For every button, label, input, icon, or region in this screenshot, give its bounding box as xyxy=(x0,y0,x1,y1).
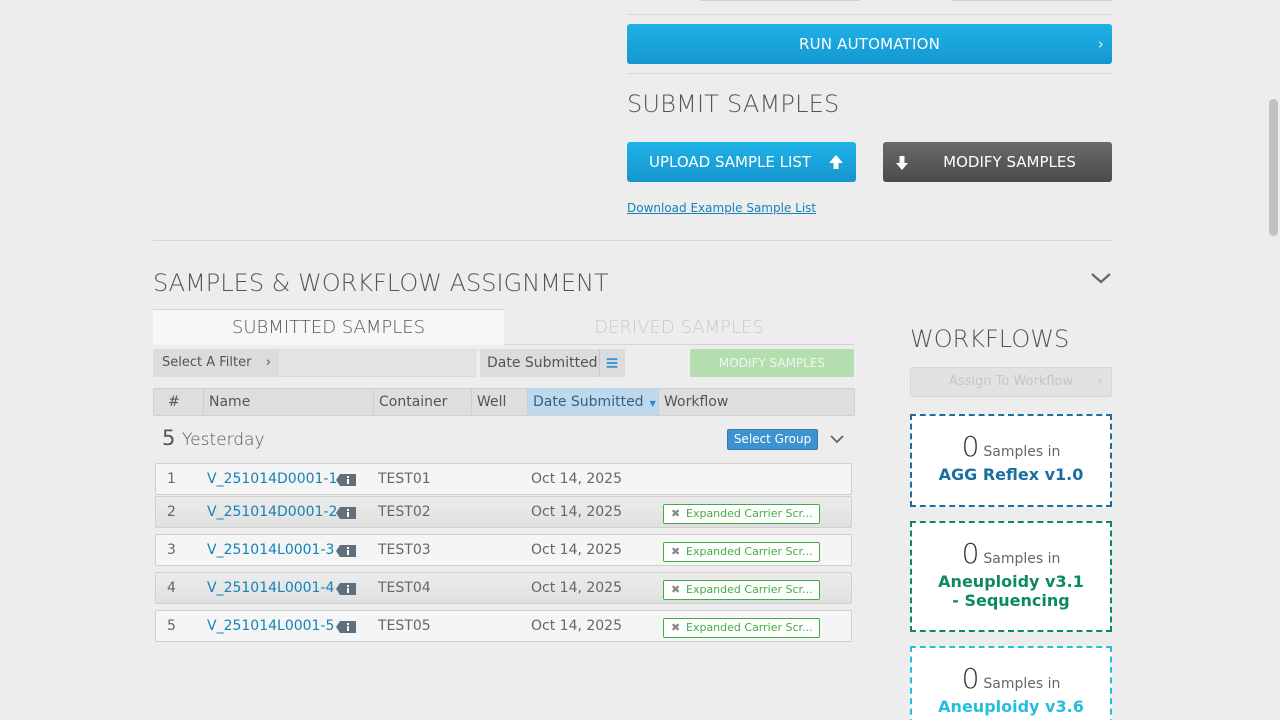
column-container[interactable]: Container xyxy=(373,389,471,415)
assign-to-workflow-label: Assign To Workflow xyxy=(948,374,1074,389)
workflow-tag[interactable]: ✖ Expanded Carrier Scr... xyxy=(663,504,820,524)
group-count: 5 xyxy=(162,426,176,450)
sort-list-icon xyxy=(599,349,618,377)
date-cell: Oct 14, 2025 xyxy=(531,580,622,596)
modify-label: MODIFY SAMPLES xyxy=(943,153,1076,171)
column-date-submitted-label: Date Submitted xyxy=(533,394,644,410)
sample-name-link[interactable]: V_251014L0001-5 xyxy=(207,611,334,641)
row-number: 3 xyxy=(167,542,176,558)
column-number[interactable]: # xyxy=(154,389,203,415)
date-cell: Oct 14, 2025 xyxy=(531,542,622,558)
row-number: 2 xyxy=(167,504,176,520)
remove-x-icon[interactable]: ✖ xyxy=(671,543,680,561)
top-input-right-edge[interactable] xyxy=(952,0,1112,1)
upload-sample-list-button[interactable]: UPLOAD SAMPLE LIST xyxy=(627,142,856,182)
sort-date-label: Date Submitted xyxy=(487,355,598,371)
workflow-tag-label: Expanded Carrier Scr... xyxy=(686,545,813,558)
remove-x-icon[interactable]: ✖ xyxy=(671,581,680,599)
run-automation-button[interactable]: RUN AUTOMATION › xyxy=(627,24,1112,64)
column-well[interactable]: Well xyxy=(471,389,527,415)
samples-workflow-title: SAMPLES & WORKFLOW ASSIGNMENT xyxy=(153,269,609,297)
top-divider xyxy=(627,14,1112,15)
collapse-chevron-icon[interactable] xyxy=(1090,271,1112,285)
top-input-left-edge[interactable] xyxy=(700,0,860,1)
table-row[interactable]: 1 V_251014D0001-1 TEST01 Oct 14, 2025 xyxy=(155,463,852,495)
workflow-tag-label: Expanded Carrier Scr... xyxy=(686,507,813,520)
row-number: 5 xyxy=(167,618,176,634)
samples-in-label: Samples in xyxy=(983,551,1061,567)
assign-to-workflow-button[interactable]: Assign To Workflow › xyxy=(910,367,1112,397)
arrow-down-icon xyxy=(896,156,908,170)
remove-x-icon[interactable]: ✖ xyxy=(671,505,680,523)
date-cell: Oct 14, 2025 xyxy=(531,618,622,634)
tab-submitted-samples[interactable]: SUBMITTED SAMPLES xyxy=(153,309,504,345)
sort-date-button[interactable]: Date Submitted xyxy=(480,349,625,377)
divider xyxy=(627,73,1112,74)
date-cell: Oct 14, 2025 xyxy=(531,504,622,520)
section-divider xyxy=(153,240,1112,241)
chevron-right-icon: › xyxy=(1097,374,1103,389)
workflows-title: WORKFLOWS xyxy=(910,325,1070,353)
info-tag-icon[interactable] xyxy=(336,545,356,557)
group-label: Yesterday xyxy=(182,430,265,450)
container-cell: TEST04 xyxy=(378,580,431,596)
container-cell: TEST01 xyxy=(378,471,431,487)
workflow-sample-count: 0 xyxy=(961,537,980,570)
download-example-link[interactable]: Download Example Sample List xyxy=(627,201,816,215)
table-row[interactable]: 5 V_251014L0001-5 TEST05 Oct 14, 2025 ✖ E… xyxy=(155,610,852,642)
info-tag-icon[interactable] xyxy=(336,507,356,519)
workflow-card-agg-reflex[interactable]: 0 Samples in AGG Reflex v1.0 xyxy=(910,414,1112,507)
sample-name-link[interactable]: V_251014L0001-4 xyxy=(207,573,334,603)
submit-samples-title: SUBMIT SAMPLES xyxy=(627,90,840,118)
workflow-tag-label: Expanded Carrier Scr... xyxy=(686,583,813,596)
arrow-up-icon xyxy=(829,155,843,169)
workflow-card-aneuploidy-v36[interactable]: 0 Samples in Aneuploidy v3.6 xyxy=(910,646,1112,720)
select-filter-label: Select A Filter xyxy=(162,355,252,370)
workflow-tag[interactable]: ✖ Expanded Carrier Scr... xyxy=(663,580,820,600)
column-workflow[interactable]: Workflow xyxy=(658,389,854,415)
sample-name-link[interactable]: V_251014D0001-1 xyxy=(207,464,337,494)
container-cell: TEST02 xyxy=(378,504,431,520)
samples-in-label: Samples in xyxy=(983,444,1061,460)
table-row[interactable]: 4 V_251014L0001-4 TEST04 Oct 14, 2025 ✖ E… xyxy=(155,572,852,604)
workflow-tag[interactable]: ✖ Expanded Carrier Scr... xyxy=(663,618,820,638)
modify-samples-button[interactable]: MODIFY SAMPLES xyxy=(883,142,1112,182)
date-cell: Oct 14, 2025 xyxy=(531,471,622,487)
remove-x-icon[interactable]: ✖ xyxy=(671,619,680,637)
upload-label: UPLOAD SAMPLE LIST xyxy=(649,153,812,171)
group-collapse-chevron-icon[interactable] xyxy=(829,433,845,445)
table-row[interactable]: 3 V_251014L0001-3 TEST03 Oct 14, 2025 ✖ E… xyxy=(155,534,852,566)
workflow-name: Aneuploidy v3.6 xyxy=(938,697,1084,716)
row-number: 1 xyxy=(167,471,176,487)
row-number: 4 xyxy=(167,580,176,596)
chevron-right-icon: › xyxy=(1097,35,1104,53)
info-tag-icon[interactable] xyxy=(336,474,356,486)
scrollbar-thumb[interactable] xyxy=(1269,99,1278,236)
tab-derived-samples[interactable]: DERIVED SAMPLES xyxy=(504,309,854,345)
column-date-submitted[interactable]: Date Submitted ▼ xyxy=(527,389,658,415)
sort-desc-icon: ▼ xyxy=(649,399,656,408)
workflow-tag[interactable]: ✖ Expanded Carrier Scr... xyxy=(663,542,820,562)
modify-samples-small-button[interactable]: MODIFY SAMPLES xyxy=(690,349,854,377)
table-header: # Name Container Well Date Submitted ▼ Wo… xyxy=(153,388,855,416)
sample-name-link[interactable]: V_251014L0001-3 xyxy=(207,535,334,565)
workflow-sample-count: 0 xyxy=(961,662,980,695)
workflow-sample-count: 0 xyxy=(961,430,980,463)
samples-in-label: Samples in xyxy=(983,676,1061,692)
workflow-name: AGG Reflex v1.0 xyxy=(938,465,1084,484)
container-cell: TEST05 xyxy=(378,618,431,634)
chevron-right-icon: › xyxy=(265,355,271,370)
select-group-button[interactable]: Select Group xyxy=(727,429,818,450)
sample-name-link[interactable]: V_251014D0001-2 xyxy=(207,497,337,527)
workflow-card-aneuploidy-v31[interactable]: 0 Samples in Aneuploidy v3.1 - Sequencing xyxy=(910,521,1112,632)
run-automation-label: RUN AUTOMATION xyxy=(798,35,941,53)
table-row[interactable]: 2 V_251014D0001-2 TEST02 Oct 14, 2025 ✖ E… xyxy=(155,496,852,528)
info-tag-icon[interactable] xyxy=(336,621,356,633)
workflow-name: Aneuploidy v3.1 - Sequencing xyxy=(938,572,1084,610)
container-cell: TEST03 xyxy=(378,542,431,558)
workflow-tag-label: Expanded Carrier Scr... xyxy=(686,621,813,634)
select-filter-button[interactable]: Select A Filter › xyxy=(153,349,279,377)
column-name[interactable]: Name xyxy=(203,389,373,415)
info-tag-icon[interactable] xyxy=(336,583,356,595)
